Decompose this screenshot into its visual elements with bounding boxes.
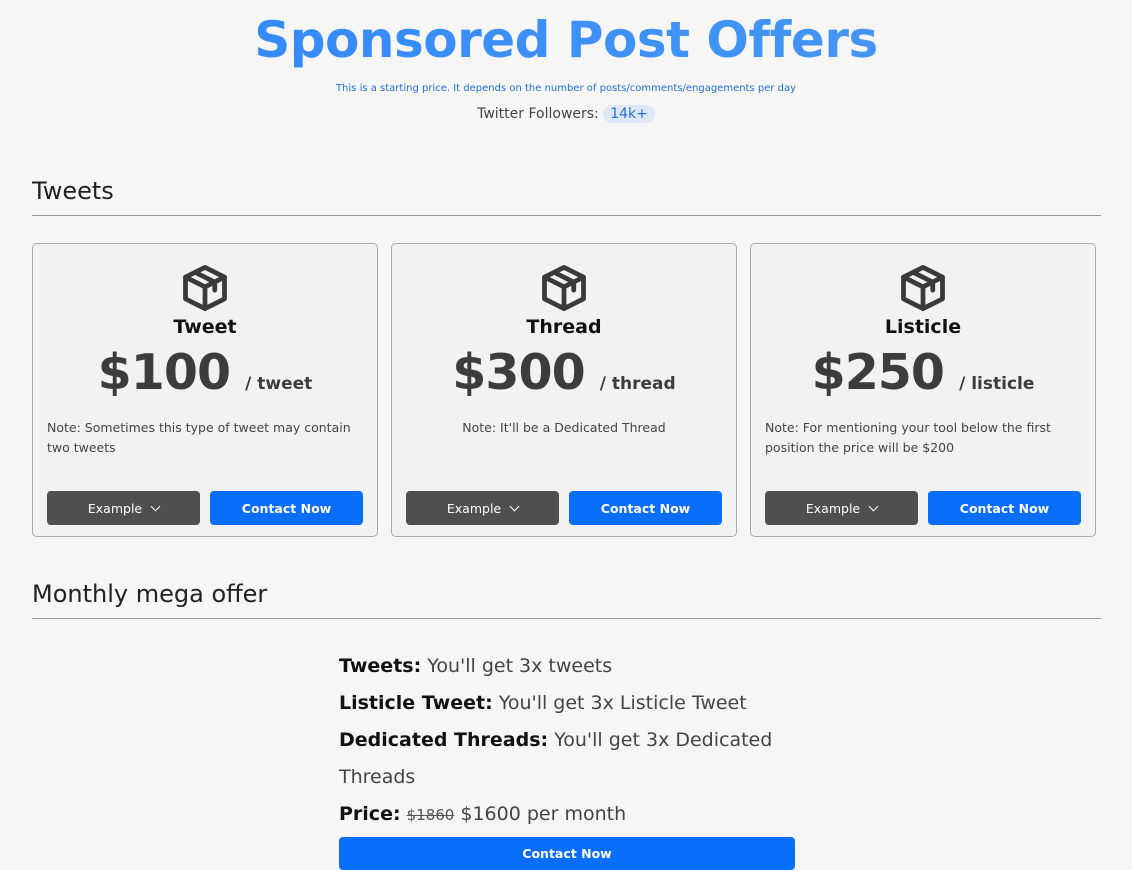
offer-cards: Tweet $100 / tweet Note: Sometimes this … xyxy=(32,243,1101,537)
card-actions: Example Contact Now xyxy=(47,491,363,525)
chevron-down-icon xyxy=(150,501,161,511)
price-row: $300 / thread xyxy=(392,344,736,402)
example-label: Example xyxy=(805,500,861,516)
card-note: Note: For mentioning your tool below the… xyxy=(765,420,1051,455)
card-title: Listicle xyxy=(884,316,962,338)
mega-label: Tweets: xyxy=(339,655,422,677)
card-title: Tweet xyxy=(173,316,237,338)
price-amount: $100 xyxy=(97,344,231,401)
example-label: Example xyxy=(446,500,502,516)
mega-offer-details: Tweets: You'll get 3x tweets Listicle Tw… xyxy=(339,648,795,870)
mega-value: You'll get 3x tweets xyxy=(427,655,613,677)
price-amount: $300 xyxy=(452,344,585,401)
mega-label: Price: xyxy=(339,803,401,825)
tweets-section: Tweets xyxy=(32,177,1101,216)
price-unit: / thread xyxy=(599,374,676,394)
card-title: Thread xyxy=(526,316,602,338)
example-dropdown-button[interactable]: Example xyxy=(47,491,200,525)
old-price: $1860 xyxy=(406,806,455,824)
price-row: $100 / tweet xyxy=(33,344,377,402)
mega-section: Monthly mega offer xyxy=(32,580,1101,619)
card-note: Note: It'll be a Dedicated Thread xyxy=(462,420,666,435)
contact-now-button[interactable]: Contact Now xyxy=(928,491,1081,525)
card-actions: Example Contact Now xyxy=(406,491,722,525)
new-price: $1600 per month xyxy=(460,803,627,825)
mega-line-threads: Dedicated Threads: You'll get 3x Dedicat… xyxy=(339,722,795,796)
price-amount: $250 xyxy=(811,344,945,401)
price-unit: / tweet xyxy=(245,374,313,394)
box-icon xyxy=(751,262,1095,314)
followers-row: Twitter Followers: 14k+ xyxy=(0,105,1132,123)
mega-label: Dedicated Threads: xyxy=(339,729,549,751)
card-actions: Example Contact Now xyxy=(765,491,1081,525)
example-label: Example xyxy=(87,500,143,516)
example-dropdown-button[interactable]: Example xyxy=(406,491,559,525)
contact-now-button[interactable]: Contact Now xyxy=(210,491,363,525)
box-icon xyxy=(33,262,377,314)
page-title: Sponsored Post Offers xyxy=(0,12,1132,68)
card-note: Note: Sometimes this type of tweet may c… xyxy=(47,420,351,455)
section-title-tweets: Tweets xyxy=(32,177,1101,216)
followers-label: Twitter Followers: xyxy=(477,106,599,122)
example-dropdown-button[interactable]: Example xyxy=(765,491,918,525)
followers-badge: 14k+ xyxy=(603,105,655,123)
mega-value: You'll get 3x Listicle Tweet xyxy=(498,692,747,714)
mega-line-price: Price: $1860 $1600 per month xyxy=(339,796,795,834)
offer-card-listicle: Listicle $250 / listicle Note: For menti… xyxy=(750,243,1096,537)
price-row: $250 / listicle xyxy=(751,344,1095,402)
chevron-down-icon xyxy=(509,501,520,511)
mega-label: Listicle Tweet: xyxy=(339,692,493,714)
section-title-mega: Monthly mega offer xyxy=(32,580,1101,619)
page-header: Sponsored Post Offers This is a starting… xyxy=(0,0,1132,123)
chevron-down-icon xyxy=(868,501,879,511)
box-icon xyxy=(392,262,736,314)
offer-card-tweet: Tweet $100 / tweet Note: Sometimes this … xyxy=(32,243,378,537)
offer-card-thread: Thread $300 / thread Note: It'll be a De… xyxy=(391,243,737,537)
mega-line-tweets: Tweets: You'll get 3x tweets xyxy=(339,648,795,685)
contact-now-button[interactable]: Contact Now xyxy=(569,491,722,525)
price-unit: / listicle xyxy=(959,374,1035,394)
page-subtitle: This is a starting price. It depends on … xyxy=(335,83,797,94)
mega-line-listicle: Listicle Tweet: You'll get 3x Listicle T… xyxy=(339,685,795,722)
